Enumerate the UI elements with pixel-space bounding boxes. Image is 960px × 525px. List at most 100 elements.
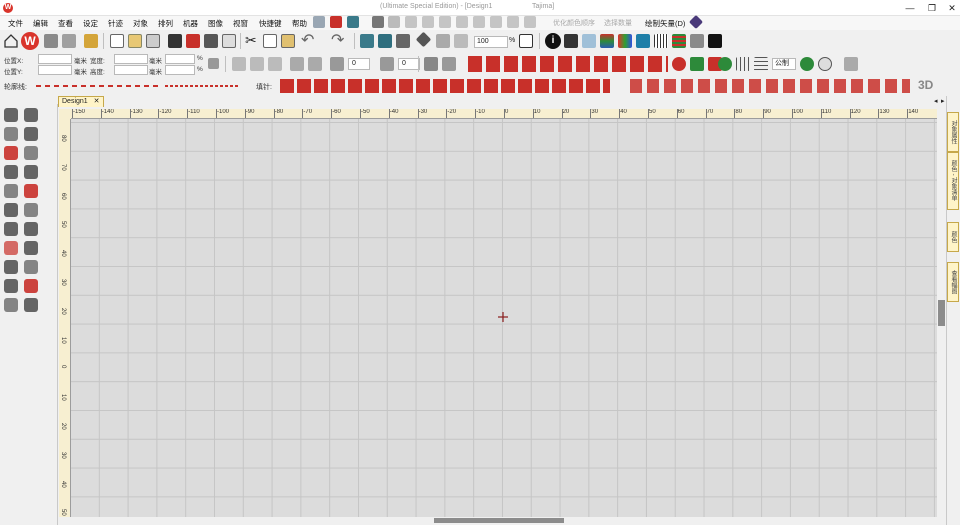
wilcom-logo-icon[interactable]: W bbox=[21, 32, 39, 50]
pos-y-input[interactable] bbox=[38, 65, 72, 75]
menu-settings[interactable]: 设定 bbox=[83, 18, 98, 29]
menu-file[interactable]: 文件 bbox=[8, 18, 23, 29]
menu-select-count[interactable]: 选择数量 bbox=[604, 18, 632, 28]
table-icon[interactable] bbox=[736, 57, 750, 71]
menu-help[interactable]: 帮助 bbox=[292, 18, 307, 29]
circle-tool-icon[interactable] bbox=[4, 203, 18, 217]
show-stitches-icon[interactable] bbox=[690, 34, 704, 48]
card-icon[interactable] bbox=[582, 34, 596, 48]
slant-angle-icon[interactable] bbox=[380, 57, 394, 71]
select-icon[interactable] bbox=[4, 108, 18, 122]
toolbar-small-icon[interactable] bbox=[490, 16, 502, 28]
app-logo-icon[interactable]: W bbox=[3, 3, 13, 13]
hexagon-icon[interactable] bbox=[4, 241, 18, 255]
mushroom-icon[interactable] bbox=[672, 57, 686, 71]
lock-icon[interactable] bbox=[208, 58, 219, 69]
print-preview-icon[interactable] bbox=[222, 34, 236, 48]
satin-icon[interactable] bbox=[4, 184, 18, 198]
menu-window[interactable]: 视窗 bbox=[233, 18, 248, 29]
toolbar-small-icon[interactable] bbox=[330, 16, 342, 28]
stitch-list-icon[interactable] bbox=[672, 34, 686, 48]
package-icon[interactable] bbox=[84, 34, 98, 48]
width-input[interactable] bbox=[114, 54, 148, 64]
stamp-icon[interactable] bbox=[4, 298, 18, 312]
horizontal-scroll-thumb[interactable] bbox=[434, 518, 564, 523]
show-image-icon[interactable] bbox=[708, 34, 722, 48]
rectangle-icon[interactable] bbox=[24, 146, 38, 160]
height-percent-input[interactable] bbox=[165, 65, 195, 75]
toolbar-small-icon[interactable] bbox=[524, 16, 536, 28]
unit-select[interactable]: 公制 bbox=[772, 58, 796, 70]
outline-presets-2[interactable] bbox=[165, 85, 240, 87]
close-button[interactable]: ✕ bbox=[942, 0, 960, 16]
pos-x-input[interactable] bbox=[38, 54, 72, 64]
pan-icon[interactable] bbox=[454, 34, 468, 48]
save-icon[interactable] bbox=[168, 34, 182, 48]
pointer-icon[interactable] bbox=[24, 298, 38, 312]
rotate-icon[interactable] bbox=[330, 57, 344, 71]
reshape-icon[interactable] bbox=[24, 108, 38, 122]
menu-object[interactable]: 对象 bbox=[133, 18, 148, 29]
grid-icon[interactable] bbox=[754, 57, 768, 71]
cut-icon[interactable]: ✂ bbox=[245, 32, 257, 49]
overview-icon[interactable] bbox=[519, 34, 533, 48]
print-design-icon[interactable] bbox=[186, 34, 200, 48]
width-percent-input[interactable] bbox=[165, 54, 195, 64]
vertical-scroll-thumb[interactable] bbox=[938, 300, 945, 326]
node-icon[interactable] bbox=[24, 127, 38, 141]
fill-type-icons[interactable] bbox=[280, 79, 610, 93]
tools-small-icon[interactable] bbox=[844, 57, 858, 71]
menu-arrange[interactable]: 排列 bbox=[158, 18, 173, 29]
minimize-button[interactable]: — bbox=[900, 0, 920, 16]
docker-view-image[interactable]: 查看幅图 bbox=[947, 262, 959, 302]
toolbar-small-icon[interactable] bbox=[372, 16, 384, 28]
tab-next-icon[interactable]: ▸ bbox=[941, 97, 945, 105]
travel-icon[interactable] bbox=[360, 34, 374, 48]
3d-button[interactable]: 3D bbox=[918, 78, 933, 92]
menu-view[interactable]: 查看 bbox=[58, 18, 73, 29]
toolbar-small-icon[interactable] bbox=[347, 16, 359, 28]
stitch-player-icon[interactable] bbox=[378, 34, 392, 48]
scissors-icon[interactable] bbox=[4, 279, 18, 293]
slant-icon[interactable] bbox=[290, 57, 304, 71]
docker-object-properties[interactable]: 对象属性 bbox=[947, 112, 959, 152]
rotate-input[interactable]: 0 bbox=[348, 58, 370, 70]
grid-dots-icon[interactable] bbox=[654, 34, 668, 48]
print-icon[interactable] bbox=[204, 34, 218, 48]
spiral-icon[interactable] bbox=[24, 222, 38, 236]
menu-optimize-color[interactable]: 优化颜色顺序 bbox=[553, 18, 595, 28]
toolbar-small-icon[interactable] bbox=[507, 16, 519, 28]
text-icon[interactable] bbox=[4, 146, 18, 160]
mirror-icon[interactable] bbox=[268, 57, 282, 71]
lasso-icon[interactable] bbox=[4, 127, 18, 141]
paste-icon[interactable] bbox=[281, 34, 295, 48]
maximize-button[interactable]: ❐ bbox=[922, 0, 942, 16]
hoop-display-icon[interactable] bbox=[636, 34, 650, 48]
toolbar-small-icon[interactable] bbox=[313, 16, 325, 28]
machine-icon[interactable] bbox=[564, 34, 578, 48]
slant-input[interactable]: 0 bbox=[398, 58, 420, 70]
run-icon[interactable] bbox=[4, 222, 18, 236]
toolbar-small-icon[interactable] bbox=[439, 16, 451, 28]
toolbar-small-icon[interactable] bbox=[405, 16, 417, 28]
menu-image[interactable]: 图像 bbox=[208, 18, 223, 29]
redo-icon[interactable]: ↷ bbox=[331, 30, 344, 50]
open-folder-icon[interactable] bbox=[128, 34, 142, 48]
tools-icon[interactable] bbox=[62, 34, 76, 48]
fill-effect-icons[interactable] bbox=[630, 79, 910, 93]
column-icon[interactable] bbox=[4, 165, 18, 179]
tab-prev-icon[interactable]: ◂ bbox=[934, 97, 938, 105]
branch-icon[interactable] bbox=[24, 279, 38, 293]
ellipse-icon[interactable] bbox=[24, 165, 38, 179]
fill-icon[interactable] bbox=[24, 184, 38, 198]
open-recent-icon[interactable] bbox=[146, 34, 160, 48]
tab-close-icon[interactable]: ✕ bbox=[94, 98, 100, 105]
home-icon[interactable] bbox=[3, 33, 19, 49]
docker-colors[interactable]: 颜色 bbox=[947, 222, 959, 252]
hoop-icon[interactable] bbox=[436, 34, 450, 48]
transform-icon[interactable] bbox=[424, 57, 438, 71]
measure-icon[interactable] bbox=[415, 31, 432, 48]
dial-icon[interactable] bbox=[818, 57, 832, 71]
toolbar-small-icon[interactable] bbox=[388, 16, 400, 28]
gauge-icon[interactable] bbox=[800, 57, 814, 71]
